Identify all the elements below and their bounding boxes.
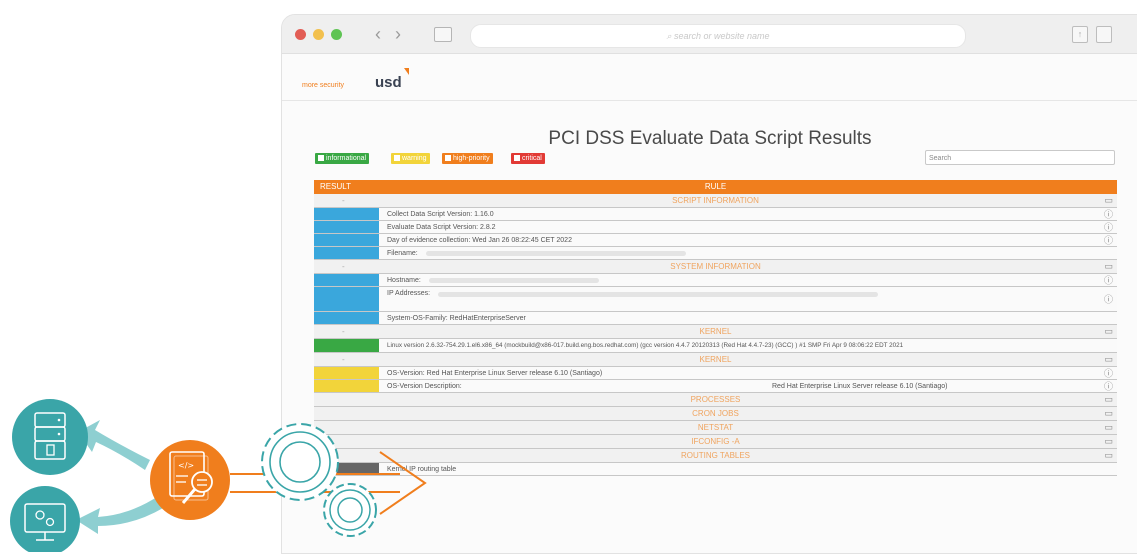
- info-icon[interactable]: ⓘ: [1104, 208, 1113, 221]
- code-analysis-icon: </>: [150, 440, 230, 520]
- info-icon[interactable]: ⓘ: [1104, 380, 1113, 393]
- info-icon[interactable]: ⓘ: [1104, 274, 1113, 287]
- table-row: Day of evidence collection: Wed Jan 26 0…: [314, 234, 1117, 247]
- info-icon[interactable]: ⓘ: [1104, 234, 1113, 247]
- back-button[interactable]: ‹: [368, 24, 388, 44]
- table-row: IP Addresses: ⓘ: [314, 287, 1117, 312]
- sidebar-toggle-icon[interactable]: [434, 27, 452, 42]
- checkbox-icon[interactable]: [394, 155, 400, 161]
- browser-toolbar: ‹ › ⌕ search or website name ↑: [282, 15, 1137, 54]
- address-bar[interactable]: ⌕ search or website name: [470, 24, 966, 48]
- divider: [282, 100, 1137, 101]
- tabs-icon[interactable]: [1096, 26, 1112, 43]
- result-neutral: [314, 463, 379, 475]
- table-row: Kernel IP routing table: [314, 463, 1117, 476]
- filter-informational[interactable]: informational: [315, 153, 370, 164]
- table-row: OS-Version: Red Hat Enterprise Linux Ser…: [314, 367, 1117, 380]
- result-info: [314, 234, 379, 246]
- address-placeholder: search or website name: [674, 31, 770, 41]
- section-routing-tables[interactable]: ROUTING TABLES ▭: [314, 449, 1117, 463]
- comment-icon[interactable]: ▭: [1104, 421, 1113, 434]
- info-icon[interactable]: ⓘ: [1104, 367, 1113, 380]
- section-ifconfig[interactable]: IFCONFIG -A ▭: [314, 435, 1117, 449]
- comment-icon[interactable]: ▭: [1104, 325, 1113, 338]
- monitor-settings-icon: [10, 486, 80, 552]
- page-content: more security usd PCI DSS Evaluate Data …: [282, 54, 1137, 553]
- forward-button[interactable]: ›: [388, 24, 408, 44]
- result-info: [314, 312, 379, 324]
- brand-logo: usd: [375, 74, 402, 91]
- section-kernel-2[interactable]: - KERNEL ▭: [314, 353, 1117, 367]
- checkbox-icon[interactable]: [445, 155, 451, 161]
- comment-icon[interactable]: ▭: [1104, 260, 1113, 273]
- table-row: Collect Data Script Version: 1.16.0 ⓘ: [314, 208, 1117, 221]
- table-header: RESULT RULE: [314, 180, 1117, 194]
- search-input[interactable]: Search: [925, 150, 1115, 165]
- filter-critical[interactable]: critical: [511, 153, 545, 164]
- arrow-to-server: [78, 420, 150, 470]
- redacted-value: [428, 277, 599, 283]
- info-icon[interactable]: ⓘ: [1104, 293, 1113, 306]
- logo-flag-icon: [404, 68, 409, 75]
- section-kernel[interactable]: - KERNEL ▭: [314, 325, 1117, 339]
- code-glyph: </>: [178, 461, 194, 470]
- table-row: Hostname: ⓘ: [314, 274, 1117, 287]
- table-row: Evaluate Data Script Version: 2.8.2 ⓘ: [314, 221, 1117, 234]
- result-warning: [314, 367, 379, 379]
- redacted-value: [438, 292, 879, 297]
- brand-tagline: more security: [302, 82, 345, 89]
- arrow-to-monitor: [76, 495, 168, 534]
- minimize-window-button[interactable]: [313, 29, 324, 40]
- table-row: OS-Version Description: Red Hat Enterpris…: [314, 380, 1117, 393]
- rule-column-header: RULE: [704, 182, 727, 191]
- comment-icon[interactable]: ▭: [1104, 435, 1113, 448]
- section-script-information[interactable]: - SCRIPT INFORMATION ▭: [314, 194, 1117, 208]
- section-processes[interactable]: PROCESSES ▭: [314, 393, 1117, 407]
- comment-icon[interactable]: ▭: [1104, 449, 1113, 462]
- search-icon: ⌕: [666, 31, 672, 41]
- browser-window: ‹ › ⌕ search or website name ↑ more secu…: [281, 14, 1137, 554]
- result-info: [314, 208, 379, 220]
- result-info: [314, 221, 379, 233]
- table-row: System-OS-Family: RedHatEnterpriseServer: [314, 312, 1117, 325]
- result-ok: [314, 339, 379, 352]
- result-info: [314, 274, 379, 286]
- server-icon: [12, 399, 88, 475]
- comment-icon[interactable]: ▭: [1104, 393, 1113, 406]
- share-icon[interactable]: ↑: [1072, 26, 1088, 43]
- comment-icon[interactable]: ▭: [1104, 353, 1113, 366]
- comment-icon[interactable]: ▭: [1104, 194, 1113, 207]
- info-icon[interactable]: ⓘ: [1104, 221, 1113, 234]
- results-table: RESULT RULE - SCRIPT INFORMATION ▭ Colle…: [314, 180, 1117, 476]
- redacted-value: [425, 250, 686, 256]
- section-cron-jobs[interactable]: CRON JOBS ▭: [314, 407, 1117, 421]
- table-row: Linux version 2.6.32-754.29.1.el6.x86_64…: [314, 339, 1117, 353]
- comment-icon[interactable]: ▭: [1104, 407, 1113, 420]
- result-warning: [314, 380, 379, 392]
- checkbox-icon[interactable]: [318, 155, 324, 161]
- section-system-information[interactable]: - SYSTEM INFORMATION ▭: [314, 260, 1117, 274]
- maximize-window-button[interactable]: [331, 29, 342, 40]
- checkbox-icon[interactable]: [514, 155, 520, 161]
- filter-warning[interactable]: warning: [391, 153, 430, 164]
- table-row: Filename:: [314, 247, 1117, 260]
- page-title: PCI DSS Evaluate Data Script Results: [548, 128, 872, 149]
- filter-high-priority[interactable]: high-priority: [442, 153, 493, 164]
- close-window-button[interactable]: [295, 29, 306, 40]
- section-netstat[interactable]: NETSTAT ▭: [314, 421, 1117, 435]
- result-info: [314, 247, 379, 259]
- result-info: [314, 287, 379, 311]
